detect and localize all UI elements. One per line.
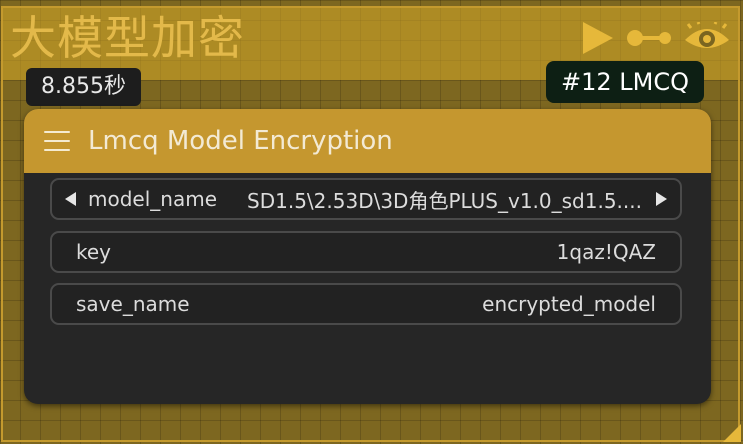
eye-icon[interactable] — [683, 21, 731, 58]
arrow-left-icon[interactable] — [65, 192, 76, 206]
group-resize-handle[interactable] — [723, 424, 741, 442]
model-name-label: model_name — [88, 187, 217, 211]
key-field[interactable]: key 1qaz!QAZ — [50, 231, 682, 273]
play-icon[interactable] — [581, 20, 615, 60]
model-name-value: SD1.5\2.53D\3D角色PLUS_v1.0_sd1.5.... — [247, 188, 642, 213]
group-controls — [581, 20, 731, 60]
save-name-value: encrypted_model — [482, 292, 656, 316]
key-label: key — [76, 240, 112, 264]
group-title[interactable]: 大模型加密 — [10, 8, 245, 68]
node-title-bar[interactable]: Lmcq Model Encryption — [24, 109, 711, 173]
execution-time-badge: 8.855秒 — [26, 68, 141, 106]
save-name-label: save_name — [76, 292, 190, 316]
model-name-combo[interactable]: model_name SD1.5\2.53D\3D角色PLUS_v1.0_sd1… — [50, 178, 682, 220]
node-id-badge: #12 LMCQ — [546, 61, 704, 103]
key-value: 1qaz!QAZ — [556, 240, 656, 264]
graph-canvas[interactable]: 大模型加密 8.855秒 #12 LMCQ Lmcq Model Encrypt… — [0, 0, 743, 444]
hamburger-menu-icon[interactable] — [44, 131, 70, 151]
encryption-node[interactable]: Lmcq Model Encryption model_name SD1.5\2… — [24, 109, 711, 404]
save-name-field[interactable]: save_name encrypted_model — [50, 283, 682, 325]
arrow-right-icon[interactable] — [656, 192, 667, 206]
link-icon[interactable] — [625, 28, 673, 52]
node-title: Lmcq Model Encryption — [88, 126, 393, 156]
